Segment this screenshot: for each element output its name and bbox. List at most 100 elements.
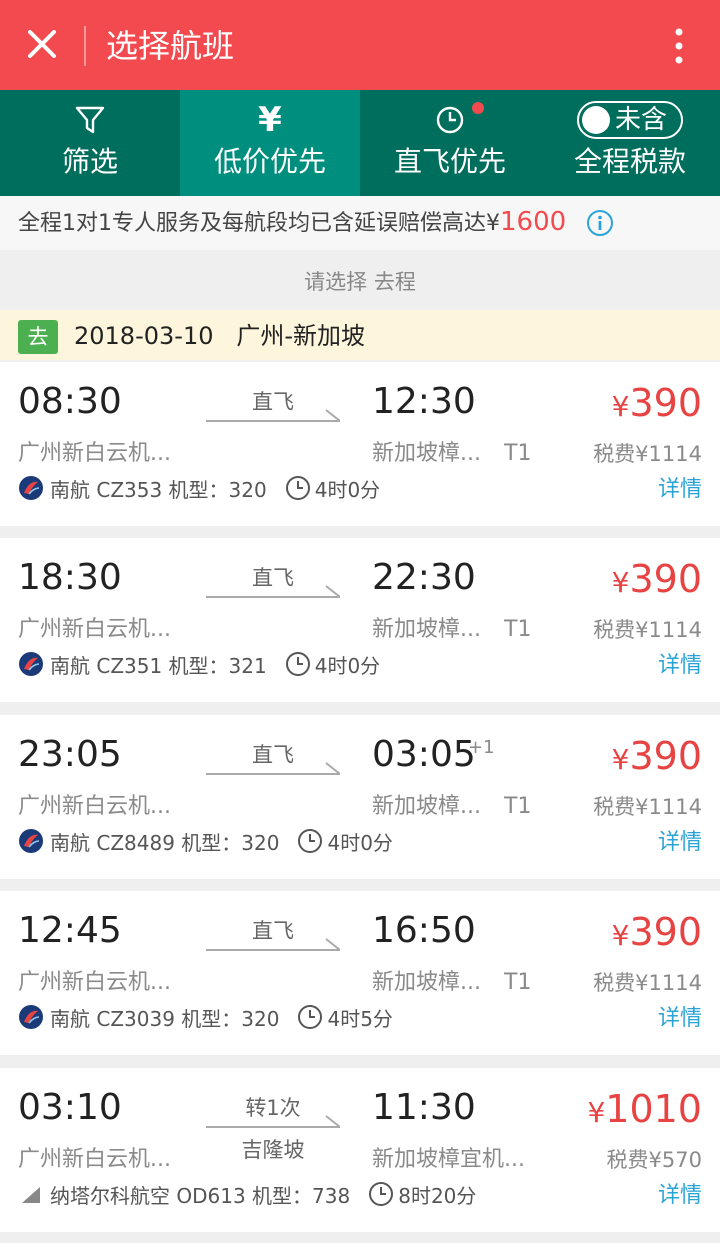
detail-link[interactable]: 详情 [658, 827, 702, 859]
departure-airport: 广州新白云机... [18, 617, 171, 642]
departure-airport: 广州新白云机... [18, 970, 171, 995]
departure-airport: 广州新白云机... [18, 1147, 171, 1172]
close-icon[interactable] [20, 22, 64, 66]
price: ¥1010 [587, 1084, 702, 1138]
tax-label: 税费¥1114 [593, 618, 702, 642]
info-icon[interactable] [586, 209, 614, 237]
tab-direct-first[interactable]: 直飞优先 [360, 90, 540, 196]
transfer-city: 吉隆坡 [241, 1138, 305, 1162]
price-value: 1010 [605, 1087, 702, 1131]
tax-label: 税费¥1114 [593, 795, 702, 819]
arrival-time: 16:50 [372, 910, 476, 951]
flight-card[interactable]: 03:10 转1次 吉隆坡 11:30 广州新白云机... 新加坡樟宜机... ¥1010 税… [0, 1068, 720, 1232]
departure-time: 12:45 [18, 910, 122, 951]
flight-info: 南航 CZ353 机型：320 4时0分 [18, 472, 380, 504]
currency-symbol: ¥ [611, 390, 630, 423]
tab-lowest-price[interactable]: ¥ 低价优先 [180, 90, 360, 196]
china-southern-logo [19, 652, 43, 676]
clock-icon [285, 652, 310, 676]
airline-name: 南航 [50, 1006, 90, 1031]
departure-airport: 广州新白云机... [18, 441, 171, 466]
clock-icon [298, 1005, 323, 1029]
detail-link[interactable]: 详情 [658, 1003, 702, 1035]
airline-name: 南航 [50, 477, 90, 502]
flight-card[interactable]: 18:30 直飞 22:30 广州新白云机... 新加坡樟... T1 ¥390 税费¥111… [0, 538, 720, 702]
clock-icon [369, 1182, 394, 1206]
route-bar: 去 2018-03-10 广州-新加坡 [0, 310, 720, 360]
flight-duration: 4时0分 [314, 477, 381, 502]
outbound-badge: 去 [18, 320, 58, 354]
tax-toggle-switch[interactable]: 未含 [577, 101, 683, 139]
app-header: 选择航班 [0, 0, 720, 90]
flight-card[interactable]: 23:05 直飞 03:05 +1 广州新白云机... 新加坡樟... T1 ¥390 税费¥1… [0, 715, 720, 879]
yen-icon: ¥ [258, 100, 282, 140]
tax-label: 税费¥1114 [593, 442, 702, 466]
airline-logo [22, 1187, 40, 1203]
clock-icon [298, 829, 323, 853]
flight-duration: 4时0分 [327, 830, 393, 855]
china-southern-logo [19, 476, 43, 500]
flight-info: 南航 CZ8489 机型：320 4时0分 [18, 825, 393, 857]
price-value: 390 [629, 910, 702, 954]
arrival-time: 12:30 [372, 381, 476, 422]
flight-number: CZ353 机型：320 [96, 477, 267, 502]
flight-card[interactable]: 12:45 直飞 16:50 广州新白云机... 新加坡樟... T1 ¥390 税费¥111… [0, 891, 720, 1055]
flight-card[interactable]: 08:30 直飞 12:30 广州新白云机... 新加坡樟... T1 ¥390 税费¥111… [0, 362, 720, 526]
currency-symbol: ¥ [587, 1096, 606, 1129]
detail-link[interactable]: 详情 [658, 650, 702, 682]
currency-symbol: ¥ [611, 566, 630, 599]
airline-name: 南航 [50, 653, 90, 678]
detail-link[interactable]: 详情 [658, 1180, 702, 1212]
section-label: 请选择 去程 [304, 270, 416, 294]
arrival-time: 22:30 [372, 557, 476, 598]
clock-icon [436, 106, 464, 134]
flight-number: CZ3039 机型：320 [96, 1006, 280, 1031]
price: ¥390 [612, 907, 702, 961]
departure-time: 23:05 [18, 734, 122, 775]
flight-duration: 8时20分 [398, 1183, 477, 1208]
tax-label: 税费¥570 [606, 1148, 702, 1172]
arrival-airport: 新加坡樟... [372, 617, 481, 642]
route-arrow-icon [206, 409, 340, 422]
tab-label: 筛选 [61, 145, 118, 178]
price-value: 390 [629, 557, 702, 601]
notification-dot [472, 102, 484, 114]
price-value: 390 [629, 381, 702, 425]
tax-label: 税费¥1114 [593, 971, 702, 995]
airline-name: 纳塔尔科航空 [50, 1183, 170, 1208]
arrival-time: 03:05 [372, 734, 476, 775]
departure-airport: 广州新白云机... [18, 794, 171, 819]
arrival-airport: 新加坡樟宜机... [372, 1147, 525, 1172]
tab-filter[interactable]: 筛选 [0, 90, 180, 196]
flight-number: CZ351 机型：321 [96, 653, 267, 678]
notice-label: 全程1对1专人服务及每航段均已含延误赔偿高达¥ [18, 211, 500, 236]
price-value: 390 [629, 734, 702, 778]
flight-info: 南航 CZ351 机型：321 4时0分 [18, 648, 380, 680]
flight-number: OD613 机型：738 [176, 1183, 351, 1208]
tab-tax-toggle[interactable]: 未含 全程税款 [540, 90, 720, 196]
more-menu-icon[interactable] [664, 24, 694, 68]
currency-symbol: ¥ [611, 743, 630, 776]
arrival-airport: 新加坡樟... [372, 441, 481, 466]
tab-label: 低价优先 [213, 145, 326, 178]
currency-symbol: ¥ [611, 919, 630, 952]
airline-name: 南航 [50, 830, 90, 855]
tab-label: 全程税款 [573, 145, 686, 178]
terminal: T1 [504, 970, 532, 995]
filter-icon [75, 106, 105, 134]
arrival-airport: 新加坡樟... [372, 794, 481, 819]
notice-text: 全程1对1专人服务及每航段均已含延误赔偿高达¥1600 [18, 204, 566, 242]
flight-duration: 4时0分 [314, 653, 381, 678]
route-arrow-icon [206, 938, 340, 951]
terminal: T1 [504, 441, 532, 466]
price: ¥390 [612, 378, 702, 432]
compensation-amount: 1600 [500, 207, 567, 237]
china-southern-logo [19, 1005, 43, 1029]
page-title: 选择航班 [106, 27, 235, 65]
header-divider [84, 26, 86, 66]
clock-icon [285, 476, 310, 500]
arrival-time: 11:30 [372, 1087, 476, 1128]
toggle-knob [582, 106, 610, 134]
departure-time: 08:30 [18, 381, 122, 422]
detail-link[interactable]: 详情 [658, 474, 702, 506]
